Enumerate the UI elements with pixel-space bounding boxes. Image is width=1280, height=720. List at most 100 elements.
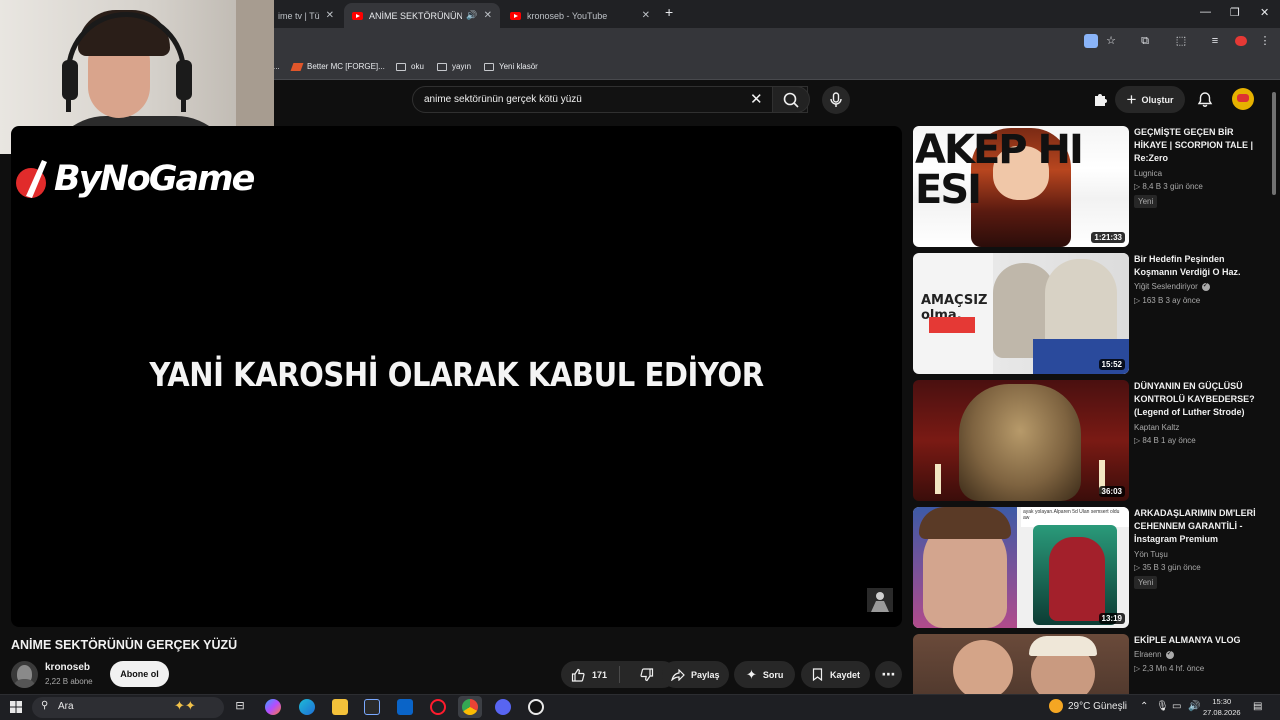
bookmark-oku[interactable]: oku bbox=[396, 62, 424, 71]
recommendation-item[interactable]: AKEP HI ESI 1:21:33 GEÇMİŞTE GEÇEN BİR H… bbox=[913, 126, 1263, 248]
recommendation-item[interactable]: ayak yolayan.Alparen 5d Ulan semsert old… bbox=[913, 507, 1263, 629]
tray-chevron-icon[interactable]: ⌃ bbox=[1140, 701, 1148, 712]
clear-search-icon[interactable]: ✕ bbox=[750, 90, 763, 108]
voice-search-button[interactable] bbox=[822, 86, 850, 114]
tab-1[interactable]: ime tv | Tür ✕ bbox=[270, 3, 342, 28]
close-icon[interactable]: ✕ bbox=[484, 10, 492, 21]
network-icon[interactable]: ▭ bbox=[1172, 701, 1181, 712]
video-duration: 1:21:33 bbox=[1091, 232, 1125, 243]
folder-icon bbox=[484, 62, 494, 71]
file-explorer-icon[interactable] bbox=[332, 699, 348, 715]
profile-icon[interactable] bbox=[1235, 36, 1247, 46]
mail-icon[interactable] bbox=[397, 699, 413, 715]
opera-icon[interactable] bbox=[430, 699, 446, 715]
thumbnail-text: AKEP HI ESI bbox=[915, 127, 1084, 213]
like-button[interactable]: 171 bbox=[561, 661, 618, 688]
bookmark-overflow[interactable]: ... bbox=[273, 62, 280, 71]
video-thumbnail[interactable] bbox=[913, 634, 1129, 694]
channel-name[interactable]: Yiğit Seslendiriyor bbox=[1134, 281, 1210, 291]
recommendation-item[interactable]: AMAÇSIZ olma. 15:52 Bir Hedefin Peşinden… bbox=[913, 253, 1263, 375]
search-button[interactable] bbox=[772, 86, 810, 113]
restore-button[interactable]: ❐ bbox=[1230, 6, 1240, 19]
close-window-button[interactable]: ✕ bbox=[1260, 6, 1269, 19]
star-icon[interactable]: ☆ bbox=[1105, 35, 1117, 47]
video-title: ANİME SEKTÖRÜNÜN GERÇEK YÜZÜ bbox=[11, 638, 238, 652]
video-title: GEÇMİŞTE GEÇEN BİR HİKAYE | SCORPION TAL… bbox=[1134, 127, 1254, 163]
channel-name[interactable]: Elraenn bbox=[1134, 649, 1174, 659]
account-avatar[interactable] bbox=[1232, 88, 1254, 110]
ask-button[interactable]: ✦ Soru bbox=[734, 661, 795, 688]
save-button[interactable]: Kaydet bbox=[801, 661, 870, 688]
volume-icon[interactable]: 🔊 bbox=[1188, 701, 1200, 712]
taskbar-search-placeholder: Ara bbox=[58, 701, 74, 712]
video-thumbnail[interactable]: ayak yolayan.Alparen 5d Ulan semsert old… bbox=[913, 507, 1129, 628]
microphone-tray-icon[interactable]: 🎙 bbox=[1156, 701, 1169, 712]
share-icon bbox=[671, 668, 685, 681]
tab-3[interactable]: kronoseb - YouTube ✕ bbox=[502, 3, 658, 28]
translate-icon[interactable] bbox=[1084, 34, 1098, 48]
video-thumbnail[interactable]: AMAÇSIZ olma. 15:52 bbox=[913, 253, 1129, 374]
create-button[interactable]: + Oluştur bbox=[1115, 86, 1185, 113]
clock-time: 15:30 bbox=[1212, 697, 1232, 706]
menu-icon[interactable]: ⋮ bbox=[1259, 35, 1271, 47]
clock-date: 27.08.2026 bbox=[1203, 708, 1241, 717]
taskbar-search-input[interactable]: ⚲ Ara ✦✦ bbox=[32, 697, 224, 718]
video-meta: ▷ 84 B 1 ay önce bbox=[1134, 436, 1196, 445]
tab-2[interactable]: ANİME SEKTÖRÜNÜN GERÇ 🔊 ✕ bbox=[344, 3, 500, 28]
extension-puzzle-icon[interactable] bbox=[1092, 91, 1108, 107]
more-actions-button[interactable]: ⋯ bbox=[875, 661, 902, 688]
new-tab-button[interactable]: + bbox=[665, 4, 673, 20]
channel-avatar[interactable] bbox=[11, 661, 38, 688]
search-input[interactable]: anime sektörünün gerçek kötü yüzü bbox=[412, 86, 808, 113]
video-thumbnail[interactable]: AKEP HI ESI 1:21:33 bbox=[913, 126, 1129, 247]
subscriber-count: 2,22 B abone bbox=[45, 677, 93, 686]
create-label: Oluştur bbox=[1141, 94, 1174, 105]
reading-list-icon[interactable]: ≡ bbox=[1209, 35, 1221, 47]
minimize-button[interactable]: — bbox=[1200, 6, 1211, 18]
notifications-bell-icon[interactable] bbox=[1197, 91, 1213, 108]
system-clock[interactable]: 15:30 27.08.2026 bbox=[1203, 696, 1241, 718]
copilot-icon[interactable] bbox=[265, 699, 281, 715]
bookmark-yeni-klasor[interactable]: Yeni klasör bbox=[484, 62, 538, 71]
subscribe-button[interactable]: Abone ol bbox=[110, 661, 169, 687]
bookmark-yayin[interactable]: yayın bbox=[437, 62, 471, 71]
bynogame-logo-icon bbox=[16, 160, 47, 198]
channel-watermark-icon[interactable] bbox=[867, 588, 893, 612]
chrome-taskbar-button[interactable] bbox=[458, 696, 482, 718]
search-icon bbox=[783, 92, 799, 108]
task-view-icon[interactable]: ⊟ bbox=[232, 699, 248, 715]
recommendation-item[interactable]: 36:03 DÜNYANIN EN GÜÇLÜSÜ KONTROLÜ KAYBE… bbox=[913, 380, 1263, 502]
chrome-icon bbox=[462, 699, 478, 715]
video-meta: ▷ 8,4 B 3 gün önce bbox=[1134, 182, 1203, 191]
bookmark-label: oku bbox=[411, 62, 424, 71]
youtube-favicon-icon bbox=[510, 11, 521, 20]
store-icon[interactable] bbox=[364, 699, 380, 715]
discord-icon[interactable] bbox=[495, 699, 511, 715]
channel-name[interactable]: kronoseb bbox=[45, 662, 90, 673]
windows-start-icon[interactable] bbox=[10, 701, 22, 713]
obs-icon[interactable] bbox=[528, 699, 544, 715]
new-badge: Yeni bbox=[1134, 576, 1158, 589]
speaker-icon[interactable]: 🔊 bbox=[466, 10, 477, 21]
bookmark-label: yayın bbox=[452, 62, 472, 71]
video-duration: 36:03 bbox=[1098, 486, 1125, 497]
share-button[interactable]: Paylaş bbox=[662, 661, 729, 688]
weather-sun-icon[interactable] bbox=[1049, 699, 1063, 713]
video-meta: ▷ 2,3 Mn 4 hf. önce bbox=[1134, 664, 1205, 673]
bookmark-forge[interactable]: Better MC [FORGE]... bbox=[290, 62, 385, 71]
thumbnail-text: ayak yolayan.Alparen 5d Ulan semsert old… bbox=[1023, 509, 1120, 521]
page-scrollbar[interactable] bbox=[1272, 92, 1276, 195]
edge-icon[interactable] bbox=[299, 699, 315, 715]
folder-icon bbox=[437, 62, 447, 71]
microphone-icon bbox=[830, 92, 842, 107]
close-icon[interactable]: ✕ bbox=[326, 10, 334, 21]
video-thumbnail[interactable]: 36:03 bbox=[913, 380, 1129, 501]
extensions-icon[interactable]: ⧉ bbox=[1139, 35, 1151, 47]
recommendation-item[interactable]: EKİPLE ALMANYA VLOG Elraenn ▷ 2,3 Mn 4 h… bbox=[913, 634, 1263, 694]
more-horizontal-icon: ⋯ bbox=[881, 666, 896, 682]
weather-text[interactable]: 29°C Güneşli bbox=[1068, 701, 1127, 712]
screenshot-icon[interactable]: ⬚ bbox=[1175, 35, 1187, 47]
notifications-icon[interactable]: ▤ bbox=[1253, 701, 1262, 712]
video-meta: ▷ 35 B 3 gün önce bbox=[1134, 563, 1201, 572]
close-icon[interactable]: ✕ bbox=[642, 10, 650, 21]
